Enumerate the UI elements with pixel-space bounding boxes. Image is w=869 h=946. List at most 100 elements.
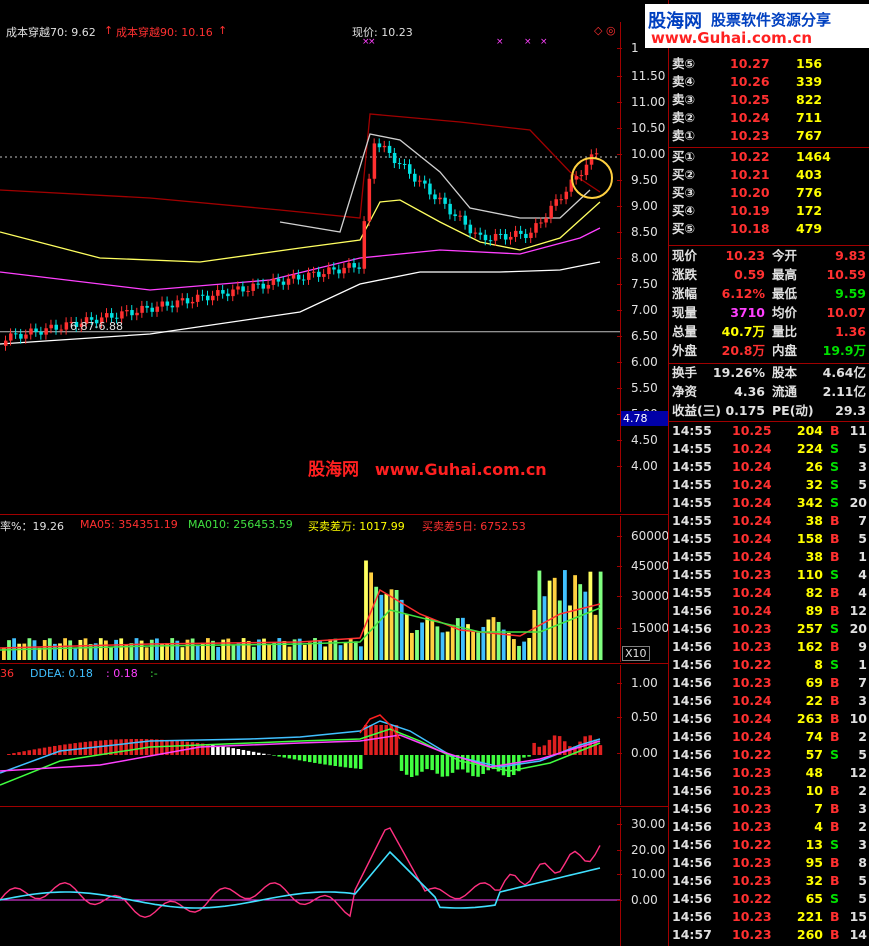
order-book-row[interactable]: 买⑤ 10.18 479 — [668, 220, 869, 238]
tick-time: 14:56 — [672, 855, 712, 870]
order-book-row[interactable]: 买④ 10.19 172 — [668, 202, 869, 220]
candle — [418, 180, 422, 182]
tick-row[interactable]: 14:55 10.25 204 B 11 — [668, 422, 869, 440]
tick-row[interactable]: 14:56 10.22 13 S 3 — [668, 836, 869, 854]
tick-row[interactable]: 14:56 10.23 32 B 5 — [668, 872, 869, 890]
candle — [180, 298, 185, 301]
fundamental-row: 收益(三) 0.175 PE(动) 29.3 — [668, 402, 869, 420]
volume-bar — [450, 624, 455, 660]
tick-time: 14:56 — [672, 747, 712, 762]
candle — [206, 295, 210, 301]
tick-time: 14:56 — [672, 909, 712, 924]
fundamentals-panel: 换手 19.26% 股本 4.64亿 净资 4.36 流通 2.11亿 收益(三) 0.175 PE… — [668, 364, 869, 420]
order-volume: 403 — [796, 167, 823, 182]
tick-row[interactable]: 14:55 10.24 38 B 7 — [668, 512, 869, 530]
tick-row[interactable]: 14:55 10.24 224 S 5 — [668, 440, 869, 458]
tick-row[interactable]: 14:56 10.23 162 B 9 — [668, 638, 869, 656]
tick-row[interactable]: 14:56 10.23 257 S 20 — [668, 620, 869, 638]
order-book-row[interactable]: 买② 10.21 403 — [668, 166, 869, 184]
tick-price: 10.23 — [732, 855, 772, 870]
tick-row[interactable]: 14:56 10.23 95 B 8 — [668, 854, 869, 872]
tick-row[interactable]: 14:56 10.24 74 B 2 — [668, 728, 869, 746]
tick-volume: 204 — [796, 423, 823, 438]
ddx-chart-canvas[interactable] — [0, 681, 620, 805]
candle — [392, 152, 397, 164]
volume-bar — [593, 614, 598, 660]
osc-axis-tick: 20.00 — [617, 843, 669, 857]
ddx-bar — [547, 739, 552, 755]
volume-bar — [343, 642, 348, 660]
tick-row[interactable]: 14:56 10.23 10 B 2 — [668, 782, 869, 800]
volume-bar — [512, 639, 516, 660]
tick-row[interactable]: 14:55 10.24 26 S 3 — [668, 458, 869, 476]
oscillator-axis: 30.00 20.00 10.00 0.00 — [617, 808, 669, 946]
ddx-axis-tick: 1.00 — [617, 676, 669, 690]
tick-volume: 263 — [796, 711, 823, 726]
tick-row[interactable]: 14:56 10.24 89 B 12 — [668, 602, 869, 620]
ddx-bar — [251, 751, 256, 755]
order-book-row[interactable]: 买① 10.22 1464 — [668, 148, 869, 166]
ddx-bar — [338, 755, 343, 767]
tick-direction: S — [830, 459, 840, 474]
ddx-chart-pane[interactable] — [0, 681, 620, 805]
candle — [443, 197, 447, 204]
oscillator-chart-pane[interactable] — [0, 808, 620, 946]
volume-chart-pane[interactable] — [0, 532, 620, 662]
tick-row[interactable]: 14:56 10.22 8 S 1 — [668, 656, 869, 674]
tick-direction: B — [830, 909, 840, 924]
tick-row[interactable]: 14:56 10.24 22 B 3 — [668, 692, 869, 710]
order-book-row[interactable]: 卖⑤ 10.27 156 — [668, 55, 869, 73]
order-book-row[interactable]: 买③ 10.20 776 — [668, 184, 869, 202]
pane-toggle-icon[interactable]: ◇ ◎ — [594, 24, 616, 37]
tick-volume: 32 — [805, 477, 823, 492]
tick-price: 10.23 — [732, 801, 772, 816]
ddx-b-label: : 0.18 — [106, 667, 138, 680]
price-axis-tick: 10.50 — [617, 121, 669, 135]
volume-bar — [353, 641, 358, 660]
volume-bar — [486, 619, 491, 660]
ddx-bar — [302, 755, 307, 762]
tick-time: 14:56 — [672, 621, 712, 636]
ddx-bar — [297, 755, 302, 761]
tick-count: 11 — [849, 423, 867, 438]
tick-count: 4 — [858, 567, 867, 582]
order-book-row[interactable]: 卖④ 10.26 339 — [668, 73, 869, 91]
tick-list[interactable]: 14:55 10.25 204 B 11 14:55 10.24 224 S 5 14:55 10.2… — [668, 422, 869, 946]
ddx-bar — [104, 740, 108, 755]
candle — [211, 295, 215, 301]
tick-row[interactable]: 14:55 10.24 32 S 5 — [668, 476, 869, 494]
tick-row[interactable]: 14:55 10.24 38 B 1 — [668, 548, 869, 566]
tick-row[interactable]: 14:56 10.23 7 B 3 — [668, 800, 869, 818]
order-book-row[interactable]: 卖① 10.23 767 — [668, 127, 869, 145]
volume-bar — [461, 617, 465, 660]
tick-row[interactable]: 14:56 10.22 57 S 5 — [668, 746, 869, 764]
price-axis-tick: 5.50 — [617, 381, 669, 395]
volume-bar — [583, 591, 588, 660]
order-book-row[interactable]: 卖② 10.24 711 — [668, 109, 869, 127]
candle — [291, 274, 296, 279]
tick-row[interactable]: 14:55 10.23 110 S 4 — [668, 566, 869, 584]
tick-row[interactable]: 14:55 10.24 342 S 20 — [668, 494, 869, 512]
price-chart-pane[interactable]: × × × × × — [0, 22, 620, 512]
tick-row[interactable]: 14:56 10.23 4 B 2 — [668, 818, 869, 836]
tick-price: 10.24 — [732, 729, 772, 744]
candle — [115, 317, 119, 319]
tick-row[interactable]: 14:55 10.24 82 B 4 — [668, 584, 869, 602]
tick-row[interactable]: 14:56 10.23 69 B 7 — [668, 674, 869, 692]
oscillator-chart-canvas[interactable] — [0, 808, 620, 946]
volume-badge[interactable]: X10 — [622, 646, 650, 661]
candle — [64, 322, 69, 330]
tick-price: 10.24 — [732, 693, 772, 708]
volume-chart-canvas[interactable] — [0, 532, 620, 662]
tick-row[interactable]: 14:56 10.23 48 12 — [668, 764, 869, 782]
tick-row[interactable]: 14:55 10.24 158 B 5 — [668, 530, 869, 548]
tick-row[interactable]: 14:56 10.22 65 S 5 — [668, 890, 869, 908]
price-chart-canvas[interactable]: ×× × × × — [0, 22, 620, 512]
tick-row[interactable]: 14:56 10.23 221 B 15 — [668, 908, 869, 926]
candle — [554, 199, 558, 206]
tick-row[interactable]: 14:57 10.23 260 B 14 — [668, 926, 869, 944]
candle — [39, 331, 43, 335]
order-book-row[interactable]: 卖③ 10.25 822 — [668, 91, 869, 109]
osc-line-pink — [0, 827, 601, 919]
tick-row[interactable]: 14:56 10.24 263 B 10 — [668, 710, 869, 728]
